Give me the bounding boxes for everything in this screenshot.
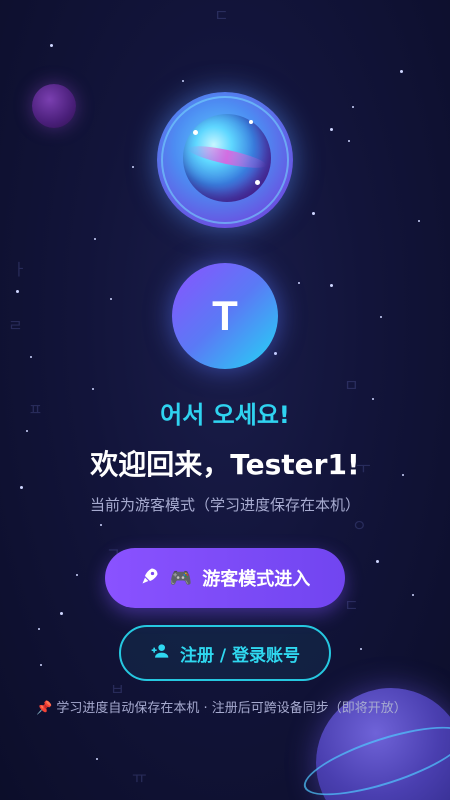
add-user-icon [150,641,170,666]
sync-note-text: 学习进度自动保存在本机 · 注册后可跨设备同步（即将开放） [56,701,407,716]
guest-mode-label: 游客模式进入 [202,569,311,590]
register-login-button[interactable]: 注册 / 登录账号 [119,625,331,681]
rocket-icon [140,566,160,591]
sync-footer-note: 📌 学习进度自动保存在本机 · 注册后可跨设备同步（即将开放） [36,699,414,719]
register-login-label: 注册 / 登录账号 [179,645,301,666]
guest-mode-button[interactable]: 🎮 游客模式进入 [105,548,345,608]
welcome-title: 欢迎回来，Tester1! [90,448,360,481]
guest-mode-note: 当前为游客模式（学习进度保存在本机） [89,496,360,514]
planet-logo-icon [157,92,293,228]
avatar-initial: T [212,292,238,339]
gamepad-emoji: 🎮 [169,567,193,589]
pin-icon: 📌 [36,701,53,716]
decorative-planet-small [32,84,76,128]
avatar: T [172,263,278,369]
greeting-korean: 어서 오세요! [160,401,290,429]
